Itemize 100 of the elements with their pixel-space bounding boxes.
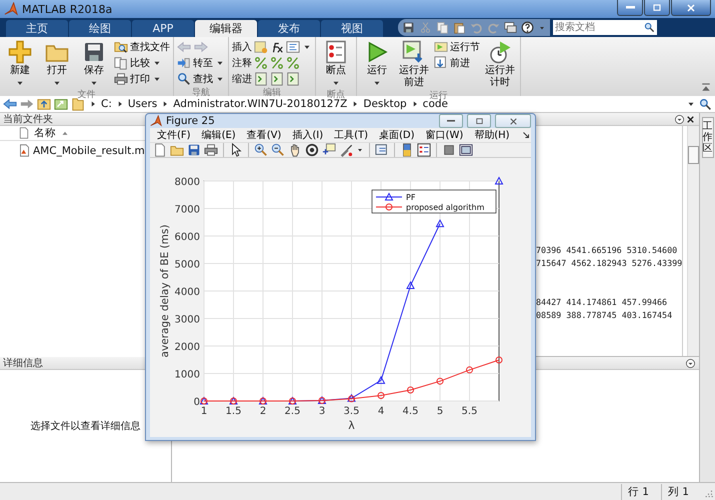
ribbon-button[interactable]: 前进 xyxy=(434,56,480,70)
show-tools-icon[interactable] xyxy=(459,143,473,157)
table-icon[interactable] xyxy=(286,40,300,54)
forward-icon[interactable] xyxy=(20,97,34,111)
ribbon-label[interactable]: 注释 xyxy=(232,56,252,70)
panel-menu-icon[interactable] xyxy=(685,358,696,368)
function-icon[interactable] xyxy=(270,40,284,54)
browse-icon[interactable] xyxy=(54,97,68,111)
indent-icon[interactable] xyxy=(286,72,300,86)
legend-icon[interactable] xyxy=(417,143,431,157)
path-segment[interactable]: code xyxy=(422,98,448,110)
caret-icon[interactable] xyxy=(356,146,364,154)
path-segment[interactable]: Users xyxy=(128,98,158,110)
file-name[interactable]: AMC_Mobile_result.m xyxy=(33,144,145,156)
minimize-button[interactable] xyxy=(439,114,463,128)
scrollbar-thumb[interactable] xyxy=(688,146,699,164)
save-icon[interactable] xyxy=(402,21,415,34)
tick-label: 3.5 xyxy=(344,406,360,417)
ribbon-tab[interactable]: 主页 xyxy=(6,20,68,37)
paste-icon[interactable] xyxy=(453,21,466,34)
menu-item[interactable]: 文件(F) xyxy=(152,128,197,142)
ribbon-button[interactable]: 打印 xyxy=(114,72,170,86)
collapse-icon[interactable] xyxy=(700,81,712,93)
menu-item[interactable]: 工具(T) xyxy=(329,128,374,142)
print-icon[interactable] xyxy=(204,143,218,157)
ribbon-button[interactable]: 运行 xyxy=(360,40,394,89)
ribbon-label[interactable]: 缩进 xyxy=(232,72,252,86)
group-title: 编辑 xyxy=(262,86,282,98)
menu-item[interactable]: 编辑(E) xyxy=(196,128,242,142)
save-icon[interactable] xyxy=(187,143,201,157)
ribbon-button[interactable]: 运行并前进 xyxy=(397,40,431,89)
data-cursor-icon[interactable] xyxy=(322,143,336,157)
tick-label: 5.5 xyxy=(462,406,478,417)
figure-title: Figure 25 xyxy=(166,115,216,127)
ribbon-button[interactable]: 保存 xyxy=(77,40,111,88)
path-segment[interactable]: Desktop xyxy=(363,98,407,110)
menu-item[interactable]: 查看(V) xyxy=(242,128,288,142)
tick-label: 1000 xyxy=(174,370,200,380)
panel-title: 当前文件夹 xyxy=(3,113,53,126)
ribbon-button[interactable]: 比较 xyxy=(114,56,170,70)
close-button[interactable] xyxy=(671,0,711,16)
ribbon-button[interactable]: 断点 xyxy=(319,40,353,88)
tick-label: 7000 xyxy=(174,204,200,216)
tick-label: 2 xyxy=(260,406,266,417)
ribbon-tab[interactable]: 视图 xyxy=(321,20,383,37)
hide-tools-icon[interactable] xyxy=(442,143,456,157)
tick-label: 3 xyxy=(318,406,326,417)
ribbon-tab[interactable]: 发布 xyxy=(258,20,320,37)
help-icon[interactable] xyxy=(521,21,534,34)
copy-icon[interactable] xyxy=(436,21,449,34)
triangle-marker xyxy=(436,219,444,228)
tick-label: 6000 xyxy=(174,232,200,243)
ribbon-tab[interactable]: APP xyxy=(132,20,194,37)
ribbon-button[interactable]: 打开 xyxy=(40,40,74,88)
hand-icon[interactable] xyxy=(288,143,302,157)
column-header[interactable]: 名称 xyxy=(34,126,56,140)
menu-item[interactable]: 插入(I) xyxy=(287,128,330,142)
ribbon-tab[interactable]: 编辑器 xyxy=(195,20,257,37)
side-tab[interactable]: 工作区 xyxy=(702,117,714,158)
menu-item[interactable]: 桌面(D) xyxy=(374,128,421,142)
close-icon[interactable] xyxy=(685,114,696,124)
tick-label: 5 xyxy=(436,406,444,417)
maximize-button[interactable] xyxy=(467,114,491,128)
close-button[interactable] xyxy=(495,114,531,128)
ribbon-button[interactable]: 查找文件 xyxy=(114,40,170,54)
path-segment[interactable]: C: xyxy=(101,98,112,110)
colorbar-icon[interactable] xyxy=(400,143,414,157)
menu-item[interactable]: 窗口(W) xyxy=(420,128,470,142)
maximize-button[interactable] xyxy=(644,0,670,16)
up-folder-icon[interactable] xyxy=(37,97,51,111)
ribbon-tab[interactable]: 绘图 xyxy=(69,20,131,37)
compare-icon xyxy=(114,56,128,70)
path-segment[interactable]: Administrator.WIN7U-20180127Z xyxy=(173,98,348,110)
dock-icon[interactable] xyxy=(521,130,531,140)
ribbon-button[interactable]: 新建 xyxy=(3,40,37,88)
indent-icon[interactable] xyxy=(254,72,268,86)
status-column: 列 1 xyxy=(660,484,701,500)
search-icon[interactable] xyxy=(699,98,712,110)
ribbon-button[interactable]: 运行节 xyxy=(434,40,480,54)
menu-item[interactable]: 帮助(H) xyxy=(469,128,516,142)
panel-menu-icon[interactable] xyxy=(674,114,685,124)
ribbon-button[interactable]: 查找 xyxy=(177,72,225,86)
tick-label: 1.5 xyxy=(226,406,242,417)
windows-icon[interactable] xyxy=(504,21,517,34)
triangle-marker xyxy=(494,176,504,184)
brush-icon[interactable] xyxy=(339,143,353,157)
back-icon[interactable] xyxy=(3,97,17,111)
tick-label: 0 xyxy=(194,397,200,408)
tick-label: 2000 xyxy=(174,342,200,353)
close-icon xyxy=(685,2,697,14)
zoom-in-icon[interactable] xyxy=(254,143,268,157)
ribbon-button[interactable]: 转至 xyxy=(177,56,225,70)
ribbon-label[interactable]: 插入 xyxy=(232,40,252,54)
indent-icon[interactable] xyxy=(270,72,284,86)
tick-label: 4.5 xyxy=(402,406,418,417)
pointer-icon[interactable] xyxy=(229,143,243,157)
ribbon-button[interactable]: 运行并计时 xyxy=(483,40,517,89)
zoom-out-icon[interactable] xyxy=(271,143,285,157)
search-field[interactable]: 搜索文档 xyxy=(553,20,657,35)
minimize-button[interactable] xyxy=(617,0,643,16)
